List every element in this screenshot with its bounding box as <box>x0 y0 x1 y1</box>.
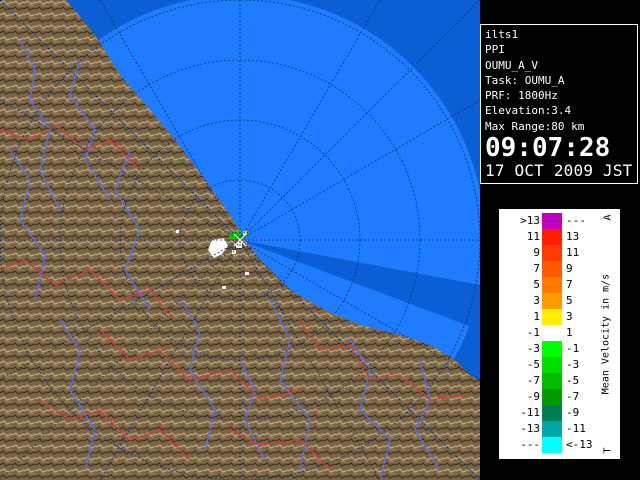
legend-row: -13 -11 <box>500 421 604 437</box>
legend-low-value: -13 <box>520 422 540 435</box>
legend-high-value: -5 <box>566 374 580 387</box>
legend-low-value: -7 <box>526 374 540 387</box>
legend-high-value: -7 <box>566 390 580 403</box>
legend-color-swatch <box>542 437 562 453</box>
scan-date: 17 OCT 2009 JST <box>485 161 633 181</box>
legend-color-swatch <box>542 277 562 293</box>
task-name: Task: OUMU_A <box>485 73 565 87</box>
legend-row: -5 -3 <box>500 357 604 373</box>
scan-type: PPI <box>485 43 505 57</box>
legend-low-value: 9 <box>533 246 540 259</box>
legend-low-value: -3 <box>526 342 540 355</box>
legend-high-value: <-13 <box>566 438 593 451</box>
legend-title-column: Mean Velocity in m/s <box>596 210 616 458</box>
legend-row: -3 -1 <box>500 341 604 357</box>
legend-high-value: 13 <box>566 230 580 243</box>
legend-low-value: 5 <box>533 278 540 291</box>
legend-low-value: 11 <box>526 230 540 243</box>
legend-color-swatch <box>542 341 562 357</box>
legend-high-value: -9 <box>566 406 580 419</box>
legend-high-value: --- <box>566 214 586 227</box>
legend-color-swatch <box>542 213 562 229</box>
max-range-value: Max Range:80 km <box>485 119 585 133</box>
scan-info-panel: ilts1 PPI OUMU_A_V Task: OUMU_A PRF: 180… <box>480 24 638 184</box>
legend-row: -9 -7 <box>500 389 604 405</box>
legend-color-swatch <box>542 373 562 389</box>
legend-low-value: -9 <box>526 390 540 403</box>
legend-low-value: -1 <box>526 326 540 339</box>
legend-color-swatch <box>542 245 562 261</box>
legend-high-value: 3 <box>566 310 573 323</box>
elevation-value: Elevation:3.4 <box>485 104 572 118</box>
legend-color-swatch <box>542 261 562 277</box>
legend-color-swatch <box>542 325 562 341</box>
legend-row: 11 13 <box>500 229 604 245</box>
legend-row: -1 1 <box>500 325 604 341</box>
product-name: OUMU_A_V <box>485 58 538 72</box>
legend-color-swatch <box>542 389 562 405</box>
legend-color-swatch <box>542 229 562 245</box>
legend-row: --- <-13 <box>500 437 604 453</box>
legend-low-value: 7 <box>533 262 540 275</box>
legend-row: -7 -5 <box>500 373 604 389</box>
legend-low-value: 1 <box>533 310 540 323</box>
legend-corner-bottom: T <box>602 447 614 454</box>
legend-high-value: -11 <box>566 422 586 435</box>
scan-time: 09:07:28 <box>485 133 611 164</box>
legend-color-swatch <box>542 293 562 309</box>
legend-row: 9 11 <box>500 245 604 261</box>
legend-low-value: --- <box>520 438 540 451</box>
legend-color-swatch <box>542 357 562 373</box>
legend-high-value: 11 <box>566 246 580 259</box>
legend-low-value: >13 <box>520 214 540 227</box>
legend-row: -11 -9 <box>500 405 604 421</box>
prf-value: PRF: 1800Hz <box>485 89 558 103</box>
legend-color-swatch <box>542 309 562 325</box>
legend-high-value: 5 <box>566 294 573 307</box>
legend-high-value: -3 <box>566 358 580 371</box>
legend-row: 57 <box>500 277 604 293</box>
legend-high-value: 1 <box>566 326 573 339</box>
legend-low-value: -11 <box>520 406 540 419</box>
legend-low-value: -5 <box>526 358 540 371</box>
legend-row: 79 <box>500 261 604 277</box>
legend-row: 13 <box>500 309 604 325</box>
velocity-legend: >13 --- 11 13 9 11 7 9 5 7 3 5 1 3 -1 1 -3 -1 -5 -3 -7 -5 -9 -7… <box>499 209 620 459</box>
radar-ppi-map <box>0 0 480 480</box>
legend-row: >13 --- <box>500 213 604 229</box>
legend-high-value: -1 <box>566 342 580 355</box>
station-name: ilts1 <box>485 28 519 41</box>
legend-high-value: 9 <box>566 262 573 275</box>
legend-color-swatch <box>542 405 562 421</box>
legend-low-value: 3 <box>533 294 540 307</box>
legend-row: 35 <box>500 293 604 309</box>
legend-color-swatch <box>542 421 562 437</box>
legend-title: Mean Velocity in m/s <box>600 273 612 395</box>
legend-high-value: 7 <box>566 278 573 291</box>
